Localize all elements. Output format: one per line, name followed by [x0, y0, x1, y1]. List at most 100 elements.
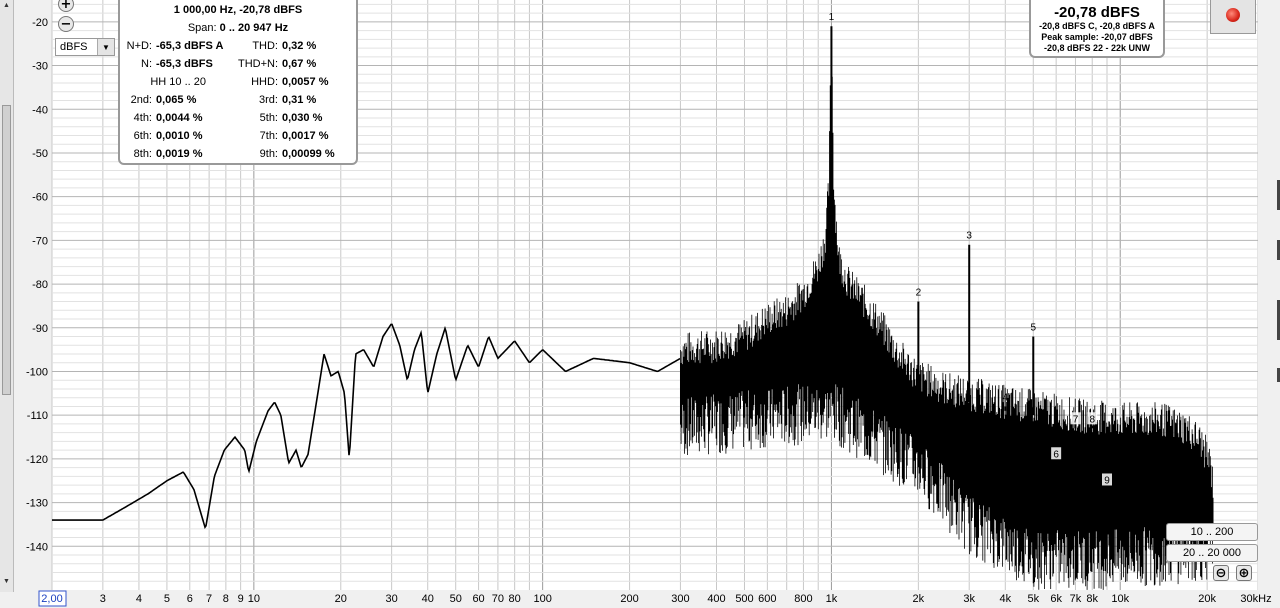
x-tick-label: 2k — [913, 593, 925, 605]
measurement-label: 2nd: — [130, 94, 152, 106]
y-tick-label: -60 — [32, 192, 48, 204]
harmonic-label: 8 — [1089, 414, 1095, 425]
span-value: 0 .. 20 947 Hz — [219, 22, 289, 34]
x-tick-label: 40 — [422, 593, 434, 605]
vertical-scrollbar[interactable]: ▲ ▼ — [0, 0, 14, 592]
level-weighted: -20,8 dBFS C, -20,8 dBFS A — [1039, 21, 1155, 31]
measurement-label: 9th: — [259, 148, 278, 160]
harmonic-label: 6 — [1053, 449, 1059, 460]
measurement-label: 5th: — [259, 112, 278, 124]
measurement-row: THD+N: 0,67 % — [232, 58, 316, 72]
zoom-in-x-button[interactable]: ⊕ — [1236, 565, 1252, 581]
measurement-row: 7th: 0,0017 % — [232, 130, 329, 144]
range-20-20000-button[interactable]: 20 .. 20 000 — [1166, 544, 1258, 562]
y-tick-label: -130 — [26, 498, 48, 510]
x-tick-label: 3k — [963, 593, 975, 605]
measurement-value: 0,0044 % — [156, 112, 203, 124]
measurement-label: HH 10 .. 20 — [150, 76, 206, 88]
zoom-out-icon: ⊖ — [1215, 565, 1227, 581]
zoom-out-y-button[interactable]: − — [58, 16, 74, 32]
x-tick-label: 20k — [1198, 593, 1216, 605]
measurement-label: 4th: — [133, 112, 152, 124]
x-tick-label: 70 — [492, 593, 504, 605]
measurement-row: THD: 0,32 % — [232, 40, 316, 54]
y-tick-label: -70 — [32, 235, 48, 247]
x-tick-label: 4k — [999, 593, 1011, 605]
measurement-label: N+D: — [126, 40, 152, 52]
record-icon — [1226, 8, 1240, 22]
x-tick-label: 6k — [1050, 593, 1062, 605]
y-tick-label: -50 — [32, 148, 48, 160]
measurement-value: 0,67 % — [282, 58, 317, 70]
measurement-value: 0,030 % — [282, 112, 323, 124]
scroll-thumb[interactable] — [2, 105, 11, 395]
harmonic-label: 7 — [1073, 414, 1079, 425]
x-tick-label: 400 — [707, 593, 725, 605]
range-10-200-button[interactable]: 10 .. 200 — [1166, 523, 1258, 541]
measurement-label: 3rd: — [259, 94, 278, 106]
measurement-label: 7th: — [259, 130, 278, 142]
zoom-in-icon: ⊕ — [1238, 565, 1250, 581]
record-button[interactable] — [1210, 0, 1256, 34]
measurement-value: -65,3 dBFS A — [156, 40, 224, 52]
y-tick-label: -40 — [32, 104, 48, 116]
y-tick-label: -140 — [26, 541, 48, 553]
measurement-row: 4th: 0,0044 % — [126, 112, 203, 126]
plus-icon: + — [60, 0, 72, 12]
measurement-value: 0,00099 % — [282, 148, 335, 160]
span-label: Span: — [187, 22, 217, 34]
harmonic-label: 9 — [1104, 475, 1110, 486]
x-tick-label: 8k — [1086, 593, 1098, 605]
chevron-down-icon[interactable]: ▼ — [97, 39, 114, 55]
x-tick-label: 7 — [206, 593, 212, 605]
x-tick-label: 20 — [335, 593, 347, 605]
minus-icon: − — [60, 16, 72, 32]
measurement-value: 0,0019 % — [156, 148, 203, 160]
x-axis-tick-labels: 3 4 5 6 7 8 9 10 20 30 40 50 60 70 80 100 200 300 400 500 60… — [38, 590, 1280, 608]
x-tick-label: 600 — [758, 593, 776, 605]
measurement-value: 0,0057 % — [282, 76, 329, 88]
x-tick-label: 60 — [472, 593, 484, 605]
measurement-label: N: — [141, 58, 152, 70]
x-tick-label: 5 — [164, 593, 170, 605]
x-tick-label: 30 — [386, 593, 398, 605]
x-tick-label: 6 — [187, 593, 193, 605]
harmonic-label: 3 — [966, 231, 972, 242]
measurement-row: N: -65,3 dBFS — [126, 58, 213, 72]
harmonic-label: 5 — [1030, 323, 1036, 334]
y-tick-label: -120 — [26, 454, 48, 466]
level-peak-sample: Peak sample: -20,07 dBFS — [1041, 32, 1153, 42]
measurement-label: 8th: — [133, 148, 152, 160]
peak-readout: 1 000,00 Hz, -20,78 dBFS — [173, 4, 303, 16]
y-tick-label: -80 — [32, 279, 48, 291]
scroll-down-icon[interactable]: ▼ — [0, 578, 13, 585]
unit-select-value: dBFS — [60, 41, 88, 53]
measurement-value: 0,31 % — [282, 94, 317, 106]
level-unweighted: -20,8 dBFS 22 - 22k UNW — [1043, 43, 1151, 53]
measurement-row: 5th: 0,030 % — [232, 112, 323, 126]
measurement-row: 9th: 0,00099 % — [232, 148, 335, 162]
measurement-row: 8th: 0,0019 % — [126, 148, 203, 162]
span-readout: Span: 0 .. 20 947 Hz — [120, 22, 356, 34]
x-tick-label: 10k — [1111, 593, 1129, 605]
x-tick-label: 4 — [136, 593, 142, 605]
x-tick-label: 9 — [238, 593, 244, 605]
measurement-label: THD+N: — [237, 58, 278, 70]
unit-select[interactable]: dBFS ▼ — [55, 38, 115, 56]
measurement-panel: 1 000,00 Hz, -20,78 dBFS Span: 0 .. 20 9… — [118, 0, 358, 165]
zoom-out-x-button[interactable]: ⊖ — [1213, 565, 1229, 581]
y-tick-label: -110 — [27, 410, 48, 422]
measurement-row: 3rd: 0,31 % — [232, 94, 316, 108]
level-value: -20,78 dBFS — [1054, 4, 1140, 21]
x-tick-label: 5k — [1027, 593, 1039, 605]
measurement-label: THD: — [252, 40, 278, 52]
x-tick-label: 30kHz — [1240, 593, 1271, 605]
measurement-row: N+D: -65,3 dBFS A — [126, 40, 224, 54]
x-tick-label: 50 — [450, 593, 462, 605]
x-tick-label: 300 — [671, 593, 689, 605]
scroll-up-icon[interactable]: ▲ — [0, 2, 13, 9]
measurement-label: HHD: — [251, 76, 278, 88]
measurement-value: 0,32 % — [282, 40, 317, 52]
measurement-row: HHD: 0,0057 % — [232, 76, 328, 90]
y-tick-label: -30 — [32, 61, 48, 73]
